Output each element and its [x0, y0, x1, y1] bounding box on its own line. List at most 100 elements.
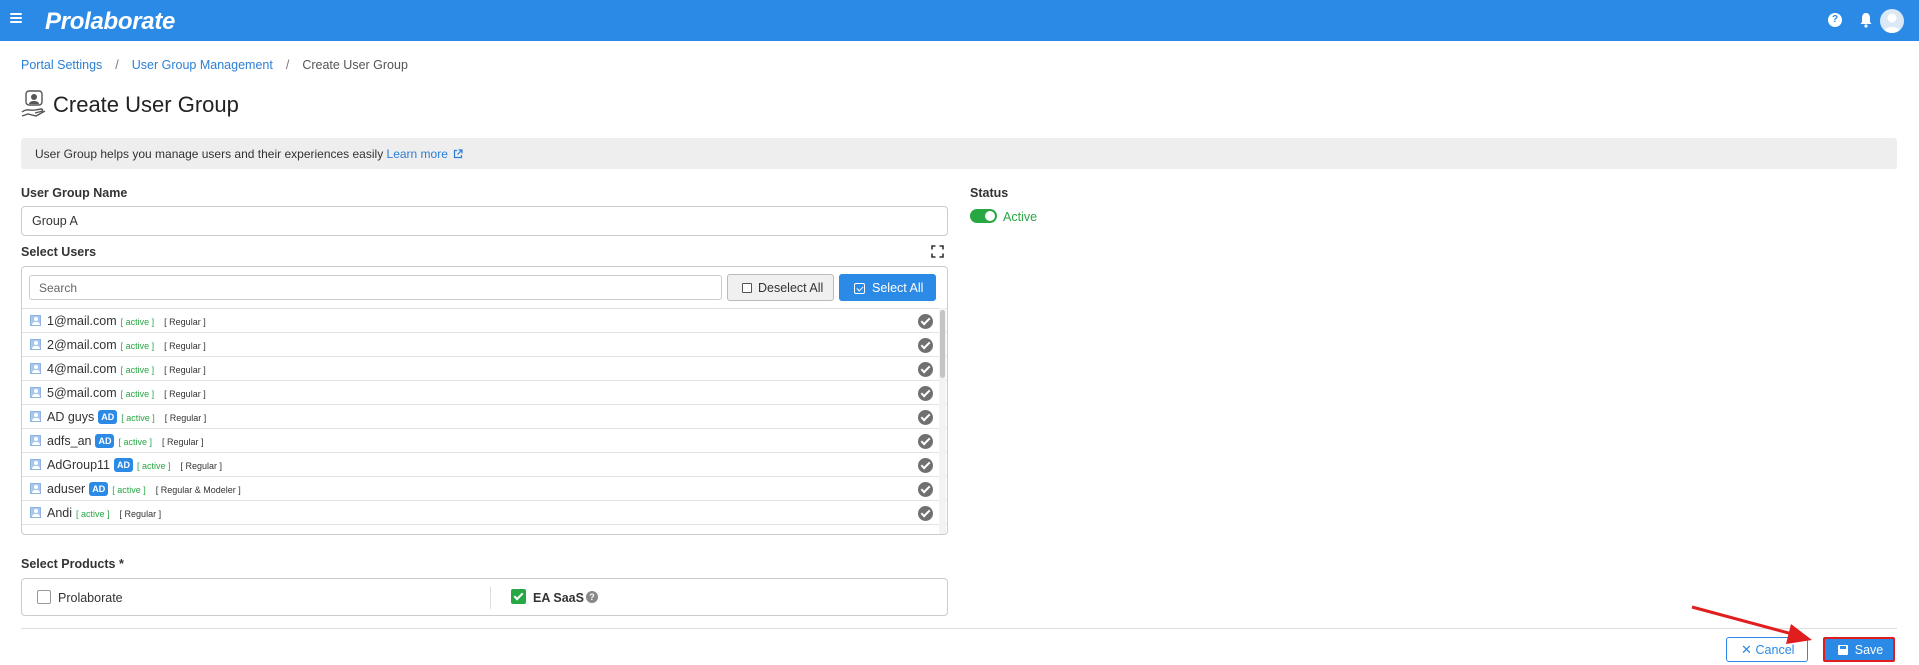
- user-name: adfs_an: [47, 434, 92, 448]
- breadcrumb-portal-settings[interactable]: Portal Settings: [21, 58, 102, 72]
- user-status: [ active ]: [137, 461, 171, 471]
- products-selector: Prolaborate EA SaaS ?: [21, 578, 948, 616]
- app-logo[interactable]: Prolaborate: [45, 8, 175, 36]
- status-label: Status: [970, 186, 1009, 200]
- ea-saas-label: EA SaaS: [533, 591, 584, 605]
- user-status: [ active ]: [120, 317, 155, 327]
- user-info: AdGroup11 AD[ active ] [ Regular ]: [47, 458, 222, 472]
- footer-divider: [21, 628, 1897, 629]
- selected-check-icon[interactable]: [918, 482, 933, 497]
- user-list-scrollbar[interactable]: [939, 308, 946, 534]
- user-list: 1@mail.com[ active ][ Regular ] 2@mail.co…: [22, 308, 947, 534]
- cancel-button[interactable]: ✕ Cancel: [1726, 637, 1808, 662]
- user-info: 2@mail.com[ active ] [ Regular ]: [47, 338, 206, 352]
- selected-check-icon[interactable]: [918, 506, 933, 521]
- save-label: Save: [1854, 642, 1884, 657]
- ad-badge: AD: [95, 434, 115, 448]
- selected-check-icon[interactable]: [918, 434, 933, 449]
- breadcrumb-current: Create User Group: [302, 58, 408, 72]
- user-name: 5@mail.com: [47, 386, 117, 400]
- user-icon: [30, 411, 41, 422]
- info-text: User Group helps you manage users and th…: [35, 147, 384, 161]
- selected-check-icon[interactable]: [918, 386, 933, 401]
- status-value: Active: [1003, 210, 1038, 224]
- user-row[interactable]: aduser AD[ active ] [ Regular & Modeler ]: [22, 477, 947, 501]
- user-avatar[interactable]: [1880, 9, 1904, 33]
- user-row[interactable]: adfs_an AD[ active ] [ Regular ]: [22, 429, 947, 453]
- user-role: [ Regular & Modeler ]: [155, 485, 241, 495]
- ad-badge: AD: [98, 410, 118, 424]
- user-info: adfs_an AD[ active ] [ Regular ]: [47, 434, 204, 448]
- selected-check-icon[interactable]: [918, 338, 933, 353]
- user-role: [ Regular ]: [119, 509, 162, 519]
- page-title: Create User Group: [53, 92, 239, 117]
- unchecked-box-icon: [742, 283, 752, 293]
- deselect-all-button[interactable]: Deselect All: [727, 274, 834, 301]
- ea-saas-checkbox[interactable]: [511, 589, 526, 604]
- help-icon[interactable]: ?: [1828, 13, 1842, 27]
- user-icon: [30, 435, 41, 446]
- user-status: [ active ]: [120, 389, 155, 399]
- user-status: [ active ]: [120, 365, 155, 375]
- user-row[interactable]: AD guys AD[ active ] [ Regular ]: [22, 405, 947, 429]
- save-disk-icon: [1838, 645, 1848, 655]
- product-divider: [490, 587, 491, 609]
- user-icon: [30, 507, 41, 518]
- user-group-icon: [21, 90, 46, 117]
- user-role: [ Regular ]: [164, 317, 206, 327]
- status-toggle[interactable]: [970, 209, 997, 223]
- user-info: Andi[ active ] [ Regular ]: [47, 506, 161, 520]
- user-search-input[interactable]: [29, 275, 722, 300]
- expand-icon[interactable]: [931, 245, 944, 258]
- user-name: aduser: [47, 482, 86, 496]
- user-role: [ Regular ]: [164, 389, 206, 399]
- bell-icon[interactable]: [1859, 12, 1873, 28]
- user-row[interactable]: 2@mail.com[ active ] [ Regular ]: [22, 333, 947, 357]
- user-row[interactable]: 1@mail.com[ active ] [ Regular ]: [22, 309, 947, 333]
- user-status: [ active ]: [76, 509, 110, 519]
- user-status: [ active ]: [121, 413, 155, 423]
- user-role: [ Regular ]: [164, 365, 206, 375]
- learn-more-label: Learn more: [386, 147, 448, 161]
- user-row[interactable]: AdGroup11 AD[ active ] [ Regular ]: [22, 453, 947, 477]
- breadcrumb-user-group-management[interactable]: User Group Management: [132, 58, 273, 72]
- user-name: AdGroup11: [47, 458, 111, 472]
- user-name: 1@mail.com: [47, 314, 117, 328]
- deselect-all-label: Deselect All: [758, 280, 824, 295]
- prolaborate-checkbox[interactable]: [37, 590, 51, 604]
- selected-check-icon[interactable]: [918, 410, 933, 425]
- group-name-input[interactable]: [21, 206, 948, 236]
- user-role: [ Regular ]: [164, 341, 206, 351]
- group-name-label: User Group Name: [21, 186, 128, 200]
- ad-badge: AD: [89, 482, 109, 496]
- question-mark-icon[interactable]: ?: [586, 591, 598, 603]
- user-name: 4@mail.com: [47, 362, 117, 376]
- users-selector: Deselect All Select All 1@mail.com[ acti…: [21, 266, 948, 535]
- breadcrumb-separator: /: [285, 58, 290, 72]
- ad-badge: AD: [114, 458, 134, 472]
- user-name: 2@mail.com: [47, 338, 117, 352]
- checked-box-icon: [854, 283, 865, 294]
- user-row[interactable]: 4@mail.com[ active ] [ Regular ]: [22, 357, 947, 381]
- selected-check-icon[interactable]: [918, 314, 933, 329]
- user-info: 5@mail.com[ active ] [ Regular ]: [47, 386, 206, 400]
- user-icon: [30, 363, 41, 374]
- scrollbar-thumb[interactable]: [940, 310, 945, 378]
- selected-check-icon[interactable]: [918, 458, 933, 473]
- close-icon: ✕: [1741, 642, 1752, 657]
- user-row[interactable]: Andi[ active ] [ Regular ]: [22, 501, 947, 525]
- user-icon: [30, 387, 41, 398]
- external-link-icon: [454, 149, 463, 159]
- user-info: aduser AD[ active ] [ Regular & Modeler ]: [47, 482, 241, 496]
- learn-more-link[interactable]: Learn more: [387, 147, 464, 161]
- user-row[interactable]: 5@mail.com[ active ] [ Regular ]: [22, 381, 947, 405]
- info-banner: User Group helps you manage users and th…: [21, 138, 1897, 169]
- user-icon: [30, 459, 41, 470]
- selected-check-icon[interactable]: [918, 362, 933, 377]
- hamburger-menu-icon[interactable]: [10, 13, 22, 23]
- user-icon: [30, 339, 41, 350]
- save-button[interactable]: Save: [1823, 637, 1895, 662]
- breadcrumb: Portal Settings / User Group Management / Cr…: [21, 58, 408, 72]
- select-all-button[interactable]: Select All: [839, 274, 936, 301]
- user-info: 4@mail.com[ active ] [ Regular ]: [47, 362, 206, 376]
